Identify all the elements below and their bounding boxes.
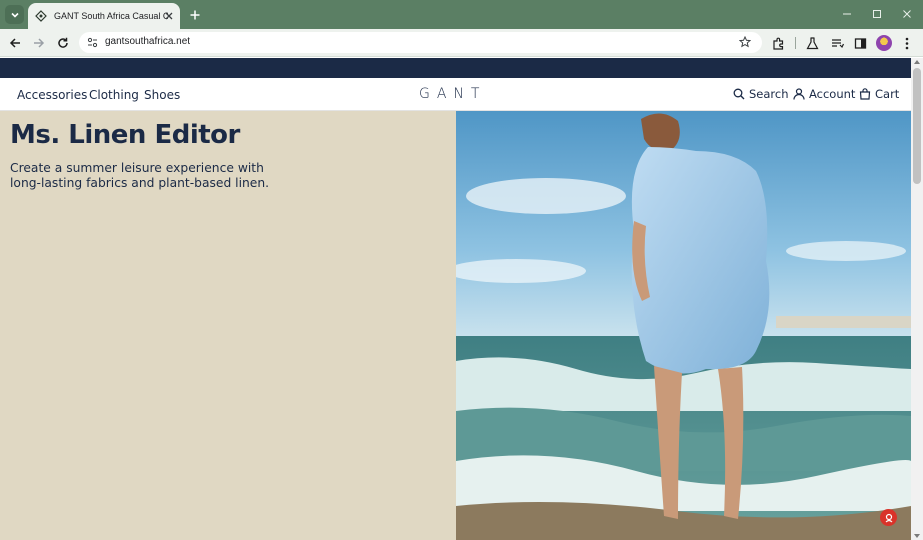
- browser-tab-strip: GANT South Africa Casual Collection: [0, 0, 923, 29]
- scroll-thumb[interactable]: [913, 68, 921, 184]
- back-arrow-icon[interactable]: [7, 35, 23, 51]
- beach-woman-photo-icon: [456, 111, 911, 540]
- maximize-icon[interactable]: [869, 6, 885, 22]
- search-label: Search: [749, 87, 789, 101]
- tab-title: GANT South Africa Casual Collection: [54, 11, 168, 21]
- scroll-down-arrow-icon[interactable]: [914, 534, 920, 538]
- account-button[interactable]: Account: [792, 87, 855, 101]
- browser-menu-kebab-icon[interactable]: [899, 35, 915, 51]
- scroll-up-arrow-icon[interactable]: [914, 60, 920, 64]
- nav-accessories[interactable]: Accessories: [17, 88, 87, 102]
- forward-arrow-icon[interactable]: [31, 35, 47, 51]
- hero-text-panel: Ms. Linen Editor Create a summer leisure…: [0, 111, 456, 540]
- minimize-icon[interactable]: [839, 6, 855, 22]
- reload-icon[interactable]: [55, 35, 71, 51]
- profile-avatar[interactable]: [876, 35, 892, 51]
- browser-toolbar: gantsouthafrica.net: [0, 29, 923, 57]
- search-button[interactable]: Search: [732, 87, 789, 101]
- url-text: gantsouthafrica.net: [105, 36, 191, 47]
- browser-tab-active[interactable]: GANT South Africa Casual Collection: [28, 3, 180, 29]
- extensions-puzzle-icon[interactable]: [770, 35, 786, 51]
- window-close-icon[interactable]: [899, 6, 915, 22]
- hero-image[interactable]: [456, 111, 911, 540]
- user-icon: [792, 88, 805, 101]
- gant-favicon-icon: [34, 9, 48, 23]
- chat-support-icon[interactable]: [880, 509, 897, 526]
- toolbar-divider: [795, 37, 796, 49]
- site-header: Accessories Clothing Shoes GANT Search A…: [0, 78, 911, 111]
- close-tab-icon[interactable]: [162, 9, 176, 23]
- nav-clothing[interactable]: Clothing: [89, 88, 139, 102]
- promo-bar: [0, 58, 911, 78]
- cart-button[interactable]: Cart: [858, 87, 899, 101]
- site-info-icon[interactable]: [86, 36, 99, 49]
- cart-label: Cart: [875, 87, 900, 101]
- nav-shoes[interactable]: Shoes: [144, 88, 180, 102]
- new-tab-icon[interactable]: [187, 7, 202, 22]
- side-panel-icon[interactable]: [852, 35, 868, 51]
- hero-subtitle: Create a summer leisure experience with …: [10, 161, 270, 190]
- web-page: Accessories Clothing Shoes GANT Search A…: [0, 58, 911, 540]
- hero-title: Ms. Linen Editor: [10, 120, 240, 150]
- chevron-down-icon: [10, 12, 19, 18]
- address-bar[interactable]: gantsouthafrica.net: [79, 32, 762, 53]
- gant-logo[interactable]: GANT: [419, 86, 486, 102]
- account-label: Account: [809, 87, 856, 101]
- reading-list-icon[interactable]: [829, 35, 845, 51]
- shopping-bag-icon: [858, 88, 871, 101]
- tab-search-button[interactable]: [5, 5, 24, 24]
- bookmark-star-icon[interactable]: [738, 35, 752, 49]
- page-scrollbar[interactable]: [911, 58, 923, 540]
- labs-flask-icon[interactable]: [804, 35, 820, 51]
- search-icon: [732, 88, 745, 101]
